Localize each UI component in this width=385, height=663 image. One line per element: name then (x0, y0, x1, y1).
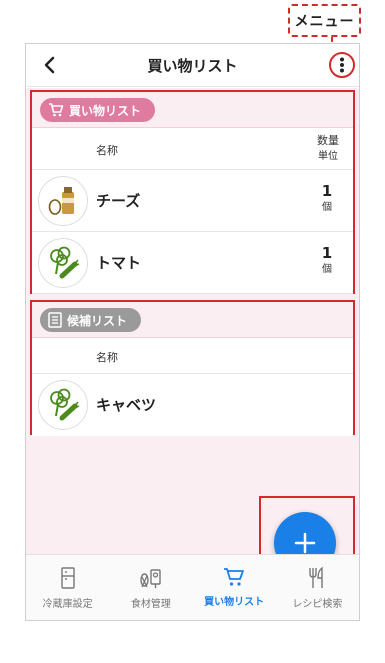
menu-callout: メニュー (288, 4, 361, 37)
page-title: 買い物リスト (147, 56, 238, 75)
tab-ingredients[interactable]: 食材管理 (109, 555, 192, 620)
back-button[interactable] (36, 52, 62, 78)
item-unit: 個 (322, 202, 332, 213)
candidate-list-badge: 候補リスト (40, 308, 142, 332)
list-item[interactable]: キャベツ (32, 374, 353, 436)
cart-icon (224, 568, 245, 586)
fridge-icon (60, 567, 75, 589)
app-header: 買い物リスト (26, 44, 359, 87)
list-content: 買い物リスト 名称 数量 単位 チーズ 1 個 トマト 1 個 候補リスト 名称… (26, 88, 359, 582)
bottom-tab-bar: 冷蔵庫設定 食材管理 買い物リスト レシピ検索 (26, 554, 359, 620)
tab-shopping-list[interactable]: 買い物リスト (193, 555, 276, 620)
list-item[interactable]: トマト 1 個 (32, 232, 353, 294)
item-quantity: 1 (321, 182, 333, 200)
more-vertical-icon (340, 57, 344, 73)
cart-icon (49, 103, 64, 117)
shopping-list-header-row: 名称 数量 単位 (32, 128, 353, 170)
notepad-icon (48, 312, 62, 328)
list-item[interactable]: チーズ 1 個 (32, 170, 353, 232)
item-quantity: 1 (321, 244, 333, 262)
ingredients-icon (140, 569, 161, 588)
item-name: チーズ (96, 192, 141, 210)
column-unit-label: 単位 (318, 151, 338, 162)
column-name-label: 名称 (96, 144, 118, 157)
shopping-list-badge: 買い物リスト (40, 98, 156, 122)
tab-fridge-settings[interactable]: 冷蔵庫設定 (26, 555, 109, 620)
fork-knife-icon (309, 567, 324, 588)
column-name-label: 名称 (96, 351, 118, 364)
item-unit: 個 (322, 264, 332, 275)
phone-screen: 買い物リスト 買い物リスト 名称 数量 単位 チーズ 1 個 トマト 1 個 候… (25, 43, 360, 621)
menu-button[interactable] (329, 52, 355, 78)
vegetables-icon (38, 380, 88, 430)
item-name: キャベツ (96, 396, 157, 414)
tab-recipe-search[interactable]: レシピ検索 (276, 555, 359, 620)
chevron-left-icon (44, 56, 55, 74)
candidate-list-section: 候補リスト 名称 キャベツ (30, 300, 355, 436)
item-name: トマト (96, 254, 142, 272)
plus-icon (294, 532, 316, 554)
cheese-milk-icon (38, 176, 88, 226)
candidate-list-header-row: 名称 (32, 338, 353, 374)
vegetables-icon (38, 238, 88, 288)
shopping-list-section: 買い物リスト 名称 数量 単位 チーズ 1 個 トマト 1 個 (30, 90, 355, 294)
column-qty-label: 数量 (317, 134, 339, 147)
